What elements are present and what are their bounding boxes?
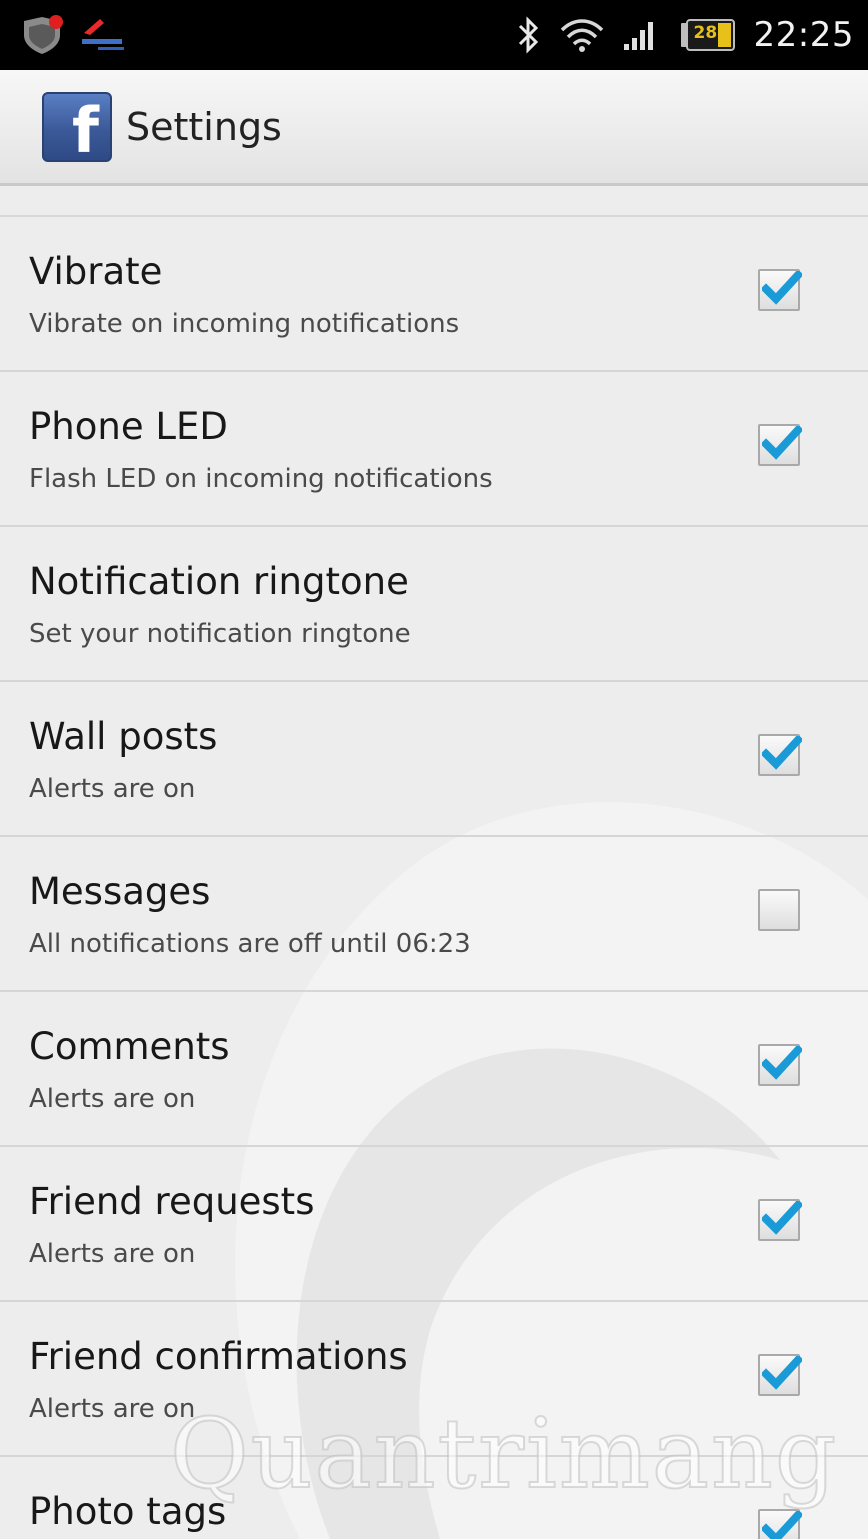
friend-requests-checkbox[interactable] [758,1199,802,1241]
setting-phone-led[interactable]: Phone LED Flash LED on incoming notifica… [0,372,868,527]
setting-title: Friend confirmations [29,1335,408,1378]
setting-comments[interactable]: Comments Alerts are on [0,992,868,1147]
setting-title: Wall posts [29,715,218,758]
battery-icon: 28 [680,19,736,51]
checkmark-icon [762,736,802,770]
messages-checkbox[interactable] [758,889,800,931]
setting-title: Vibrate [29,250,163,293]
checkmark-icon [762,1201,802,1235]
checkmark-icon [762,426,802,460]
setting-title: Friend requests [29,1180,315,1223]
wifi-icon [560,16,604,54]
checkmark-icon [762,271,802,305]
setting-summary: Alerts are on [29,1239,196,1269]
setting-title: Messages [29,870,211,913]
setting-friend-requests[interactable]: Friend requests Alerts are on [0,1147,868,1302]
bluetooth-icon [516,16,542,54]
setting-summary: Alerts are on [29,774,196,804]
setting-photo-tags[interactable]: Photo tags [0,1457,868,1539]
setting-summary: Vibrate on incoming notifications [29,309,460,339]
facebook-logo-icon[interactable]: f [42,91,112,162]
setting-summary: Flash LED on incoming notifications [29,464,493,494]
setting-summary: Alerts are on [29,1394,196,1424]
setting-title: Notification ringtone [29,560,409,603]
setting-friend-confirmations[interactable]: Friend confirmations Alerts are on [0,1302,868,1457]
checkmark-icon [762,1511,802,1539]
setting-summary: Set your notification ringtone [29,619,411,649]
facebook-logo-letter: f [72,93,99,162]
vibrate-checkbox[interactable] [758,269,802,311]
setting-summary: Alerts are on [29,1084,196,1114]
setting-title: Phone LED [29,405,228,448]
comments-checkbox[interactable] [758,1044,802,1086]
status-time: 22:25 [753,15,854,55]
phone-led-checkbox[interactable] [758,424,802,466]
setting-notification-ringtone[interactable]: Notification ringtone Set your notificat… [0,527,868,682]
checkmark-icon [762,1356,802,1390]
shield-icon [20,15,64,55]
status-bar: 28 22:25 [0,0,868,70]
setting-messages[interactable]: Messages All notifications are off until… [0,837,868,992]
friend-confirmations-checkbox[interactable] [758,1354,802,1396]
page-title: Settings [126,104,282,149]
signal-icon [622,18,662,52]
checkmark-icon [762,1046,802,1080]
list-top-divider [0,189,868,217]
settings-list[interactable]: Vibrate Vibrate on incoming notification… [0,189,868,1539]
battery-level: 28 [693,23,718,43]
setting-wall-posts[interactable]: Wall posts Alerts are on [0,682,868,837]
app-header: f Settings [0,70,868,186]
wall-posts-checkbox[interactable] [758,734,802,776]
setting-title: Comments [29,1025,230,1068]
app-notification-icon [78,15,128,55]
setting-summary: All notifications are off until 06:23 [29,929,471,959]
photo-tags-checkbox[interactable] [758,1509,802,1539]
setting-vibrate[interactable]: Vibrate Vibrate on incoming notification… [0,217,868,372]
screen: 28 22:25 f Settings Vibrate Vibrate on i… [0,0,868,1539]
setting-title: Photo tags [29,1490,227,1533]
